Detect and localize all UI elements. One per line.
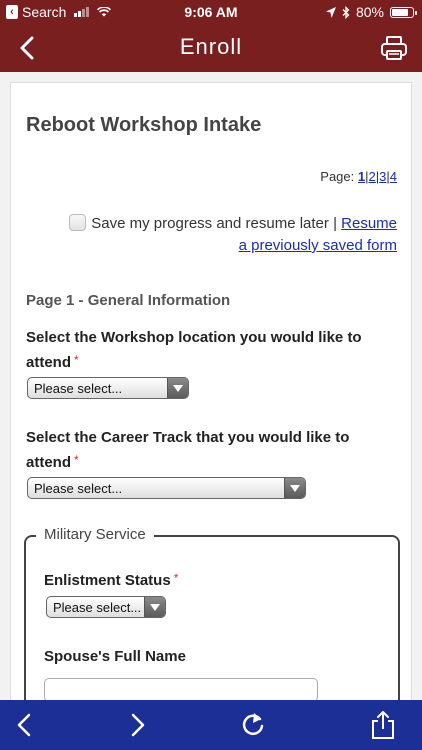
carrier-label[interactable]: Search (22, 4, 66, 20)
page-navigation: Page: 1|2|3|4 (320, 169, 397, 184)
web-content[interactable]: Reboot Workshop Intake Page: 1|2|3|4 Sav… (0, 72, 422, 700)
workshop-location-select[interactable]: Please select... (27, 377, 189, 399)
chevron-left-icon[interactable] (10, 710, 40, 740)
page-link-4[interactable]: 4 (390, 169, 397, 184)
career-track-select[interactable]: Please select... (27, 477, 306, 499)
status-bar: ‹ Search 9:06 AM 80% (0, 0, 422, 24)
military-service-fieldset: Military Service Enlistment Status * Plea… (24, 526, 400, 700)
share-icon[interactable] (368, 710, 398, 740)
pager-label: Page: (320, 169, 355, 184)
save-progress-label[interactable]: Save my progress and resume later (91, 215, 329, 232)
form-title: Reboot Workshop Intake (26, 114, 262, 136)
back-to-app-icon[interactable]: ‹ (6, 5, 18, 19)
chevron-right-icon[interactable] (122, 710, 152, 740)
wifi-icon (97, 7, 112, 17)
nav-bar: Enroll (0, 24, 422, 72)
battery-percent: 80% (355, 4, 384, 20)
chevron-down-icon (167, 378, 188, 398)
chevron-down-icon (144, 597, 165, 617)
battery-icon (390, 6, 417, 18)
reload-icon[interactable] (238, 710, 268, 740)
form-card: Reboot Workshop Intake Page: 1|2|3|4 Sav… (10, 82, 412, 700)
battery-fill (392, 8, 408, 16)
required-marker: * (74, 453, 79, 467)
status-right: 80% (325, 4, 417, 20)
save-progress-row: Save my progress and resume later | Resu… (66, 213, 397, 257)
bluetooth-icon (342, 5, 350, 19)
signal-icon (74, 7, 90, 17)
workshop-location-label: Select the Workshop location you would l… (26, 329, 362, 371)
page-link-2[interactable]: 2 (369, 169, 376, 184)
save-progress-checkbox[interactable] (69, 214, 87, 231)
enlistment-status-label: Enlistment Status * (44, 571, 179, 589)
spouse-name-label: Spouse's Full Name (44, 648, 186, 665)
printer-icon[interactable] (380, 34, 408, 62)
status-left: ‹ Search (6, 4, 112, 20)
bottom-toolbar (0, 700, 422, 750)
section-header: Page 1 - General Information (26, 292, 231, 309)
required-marker: * (74, 353, 79, 367)
enlistment-status-select[interactable]: Please select... (46, 596, 166, 618)
required-marker: * (173, 571, 179, 585)
chevron-left-icon[interactable] (14, 34, 42, 62)
separator: | (333, 215, 337, 232)
fieldset-legend: Military Service (36, 526, 154, 543)
career-track-label: Select the Career Track that you would l… (26, 429, 350, 471)
page-title: Enroll (179, 34, 243, 59)
location-arrow-icon (325, 6, 336, 18)
spouse-name-input[interactable] (44, 678, 318, 700)
chevron-down-icon (284, 478, 305, 498)
